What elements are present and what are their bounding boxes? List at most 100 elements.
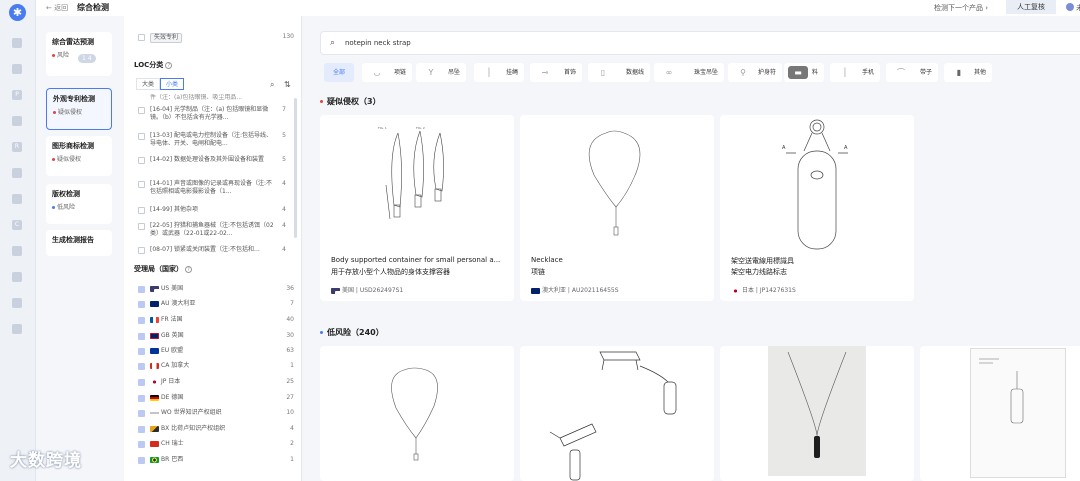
r-icon[interactable]: R <box>12 142 22 152</box>
checkbox[interactable] <box>138 107 145 114</box>
checkbox[interactable] <box>138 363 145 370</box>
flag-eu-icon <box>150 347 159 354</box>
checkbox[interactable] <box>138 34 145 41</box>
loc-item[interactable]: [16-04] 光学制品（注：(a) 包括眼镜和显微镜。（b）不包括含有光学器.… <box>138 106 294 124</box>
category-item[interactable]: Y 吊坠 <box>416 63 466 82</box>
checkbox[interactable] <box>138 426 145 433</box>
loc-item[interactable]: [14-02] 数据处理设备及其外围设备和装置 5 <box>138 156 294 174</box>
region-count: 36 <box>286 285 294 292</box>
result-card[interactable] <box>920 346 1080 481</box>
checkbox[interactable] <box>138 247 145 254</box>
region-item[interactable]: CA 加拿大 1 <box>138 362 294 372</box>
next-product-link[interactable]: 检测下一个产品 › <box>934 3 988 13</box>
checkbox[interactable] <box>138 441 145 448</box>
category-item[interactable]: ∞ 珠宝吊坠 <box>654 63 724 82</box>
avatar[interactable] <box>1066 3 1074 11</box>
filter-count: 130 <box>282 33 294 40</box>
loc-item[interactable]: [22-05] 狩猎和捕鱼器械（注:不包括诱饵（02类）或武器（22-01或22… <box>138 222 294 240</box>
tab-minor[interactable]: 小类 <box>160 78 184 90</box>
category-item[interactable]: ▯ 数据线 <box>588 63 650 82</box>
search-icon[interactable]: ⌕ <box>270 80 274 90</box>
category-item[interactable]: │ 挂绳 <box>474 63 524 82</box>
category-item[interactable]: │ 手机 <box>830 63 880 82</box>
region-count: 7 <box>290 300 294 307</box>
link-icon[interactable] <box>12 324 22 334</box>
region-label: GB 英国 <box>161 332 184 339</box>
nav-card-design-patent[interactable]: 外观专利检测 疑似侵权 <box>46 88 112 130</box>
region-item[interactable]: DE 德国 27 <box>138 394 294 404</box>
checkbox[interactable] <box>138 333 145 340</box>
nav-card-sub: 低风险 <box>57 204 76 211</box>
loc-item[interactable]: [13-03] 配电或电力控制设备（注:包括导线、导电体、开关、电闸和配电...… <box>138 132 294 150</box>
category-item[interactable]: ⊸ 首饰 <box>530 63 582 82</box>
result-card[interactable] <box>520 346 714 481</box>
doc-icon[interactable] <box>12 168 22 178</box>
loc-item[interactable]: [14-99] 其他杂项 4 <box>138 206 294 216</box>
filter-row-expired[interactable]: 失效专利 130 <box>138 33 294 43</box>
category-item[interactable]: ⚲ 护身符 <box>728 63 782 82</box>
checkbox[interactable] <box>138 157 145 164</box>
category-item[interactable]: ▬ 料 <box>784 63 824 82</box>
sort-icon[interactable]: ⇅ <box>284 80 291 89</box>
loc-scrollbar[interactable] <box>294 98 297 238</box>
checkbox[interactable] <box>138 410 145 417</box>
search-circle-icon[interactable] <box>12 272 22 282</box>
region-item[interactable]: US 美国 36 <box>138 285 294 295</box>
monitor-icon[interactable] <box>12 38 22 48</box>
risk-dot <box>52 206 55 209</box>
search-bar[interactable]: ⌕ notepin neck strap <box>320 31 1080 55</box>
result-card[interactable] <box>320 346 514 481</box>
category-item[interactable]: ◡ 项链 <box>362 63 412 82</box>
c-icon[interactable]: C <box>12 220 22 230</box>
checkbox[interactable] <box>138 457 145 464</box>
loc-item[interactable]: 件（注：(a)包括眼镜、吸尘用品... <box>138 94 294 104</box>
nav-card-copyright[interactable]: 版权检测 低风险 <box>46 184 112 224</box>
expand-icon[interactable] <box>12 298 22 308</box>
back-link[interactable]: ← 返回 <box>46 3 68 13</box>
region-item[interactable]: AU 澳大利亚 7 <box>138 300 294 310</box>
checkbox[interactable] <box>138 348 145 355</box>
patent-drawing-image <box>520 115 714 250</box>
nav-card-radar[interactable]: 综合雷达预测 风险 1 4 <box>46 32 112 76</box>
checkbox[interactable] <box>138 317 145 324</box>
help-icon[interactable]: ? <box>165 61 173 69</box>
result-card[interactable]: A A 架空送電線用標識具 架空电力线路标志 日本 | JP1427631S <box>720 115 914 301</box>
result-card[interactable]: FIG. 1 FIG. 2 Body supported container f… <box>320 115 514 301</box>
loc-item[interactable]: [14-01] 声音或图像的记录或再现设备（注:不包括照相或电影摄影设备（1..… <box>138 180 294 198</box>
location-icon[interactable] <box>12 116 22 126</box>
loc-item[interactable]: [08-07] 锁紧或关闭装置（注:不包括和... 4 <box>138 246 294 254</box>
count-badge: 1 4 <box>78 54 96 63</box>
region-item[interactable]: EU 欧盟 63 <box>138 347 294 357</box>
checkbox[interactable] <box>138 223 145 230</box>
region-item[interactable]: WO 世界知识产权组织 10 <box>138 409 294 419</box>
search-input[interactable]: notepin neck strap <box>345 39 411 47</box>
region-item[interactable]: BX 比荷卢知识产权组织 4 <box>138 425 294 435</box>
result-card[interactable]: Necklace 项链 澳大利亚 | AU202116455S <box>520 115 714 301</box>
category-item[interactable]: ⌒ 带子 <box>886 63 938 82</box>
grid-icon[interactable] <box>12 64 22 74</box>
p-icon[interactable]: P <box>12 90 22 100</box>
manual-review-button[interactable]: 人工复核 <box>1006 0 1056 14</box>
nav-card-report[interactable]: 生成检测报告 <box>46 230 112 256</box>
upload-icon[interactable] <box>12 246 22 256</box>
result-card[interactable] <box>720 346 914 481</box>
checkbox[interactable] <box>138 301 145 308</box>
checkbox[interactable] <box>138 379 145 386</box>
category-item[interactable]: ▮ 其他 <box>944 63 992 82</box>
app-logo-icon[interactable]: ✱ <box>9 4 26 21</box>
checkbox[interactable] <box>138 133 145 140</box>
nav-card-trademark[interactable]: 图形商标检测 疑似侵权 <box>46 136 112 176</box>
region-item[interactable]: CH 瑞士 2 <box>138 440 294 450</box>
region-item[interactable]: JP 日本 25 <box>138 378 294 388</box>
region-item[interactable]: FR 法国 40 <box>138 316 294 326</box>
checkbox[interactable] <box>138 207 145 214</box>
help-icon[interactable]: ? <box>185 265 192 273</box>
category-all[interactable]: 全部 <box>324 63 354 82</box>
region-item[interactable]: GB 英国 30 <box>138 332 294 342</box>
checkbox[interactable] <box>138 395 145 402</box>
tab-major[interactable]: 大类 <box>136 78 160 90</box>
region-item[interactable]: BR 巴西 1 <box>138 456 294 466</box>
checkbox[interactable] <box>138 181 145 188</box>
shield-icon[interactable] <box>12 194 22 204</box>
checkbox[interactable] <box>138 286 145 293</box>
